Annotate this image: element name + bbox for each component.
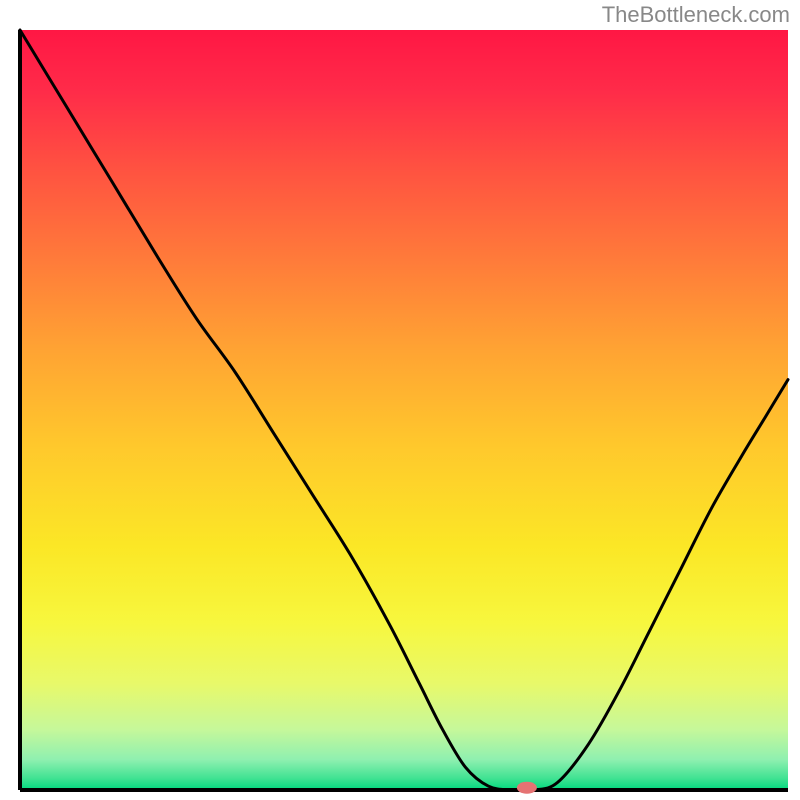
watermark-text: TheBottleneck.com — [602, 2, 790, 28]
chart-container: TheBottleneck.com — [0, 0, 800, 800]
chart-background — [20, 30, 788, 790]
optimal-marker — [517, 782, 537, 794]
bottleneck-chart — [0, 0, 800, 800]
